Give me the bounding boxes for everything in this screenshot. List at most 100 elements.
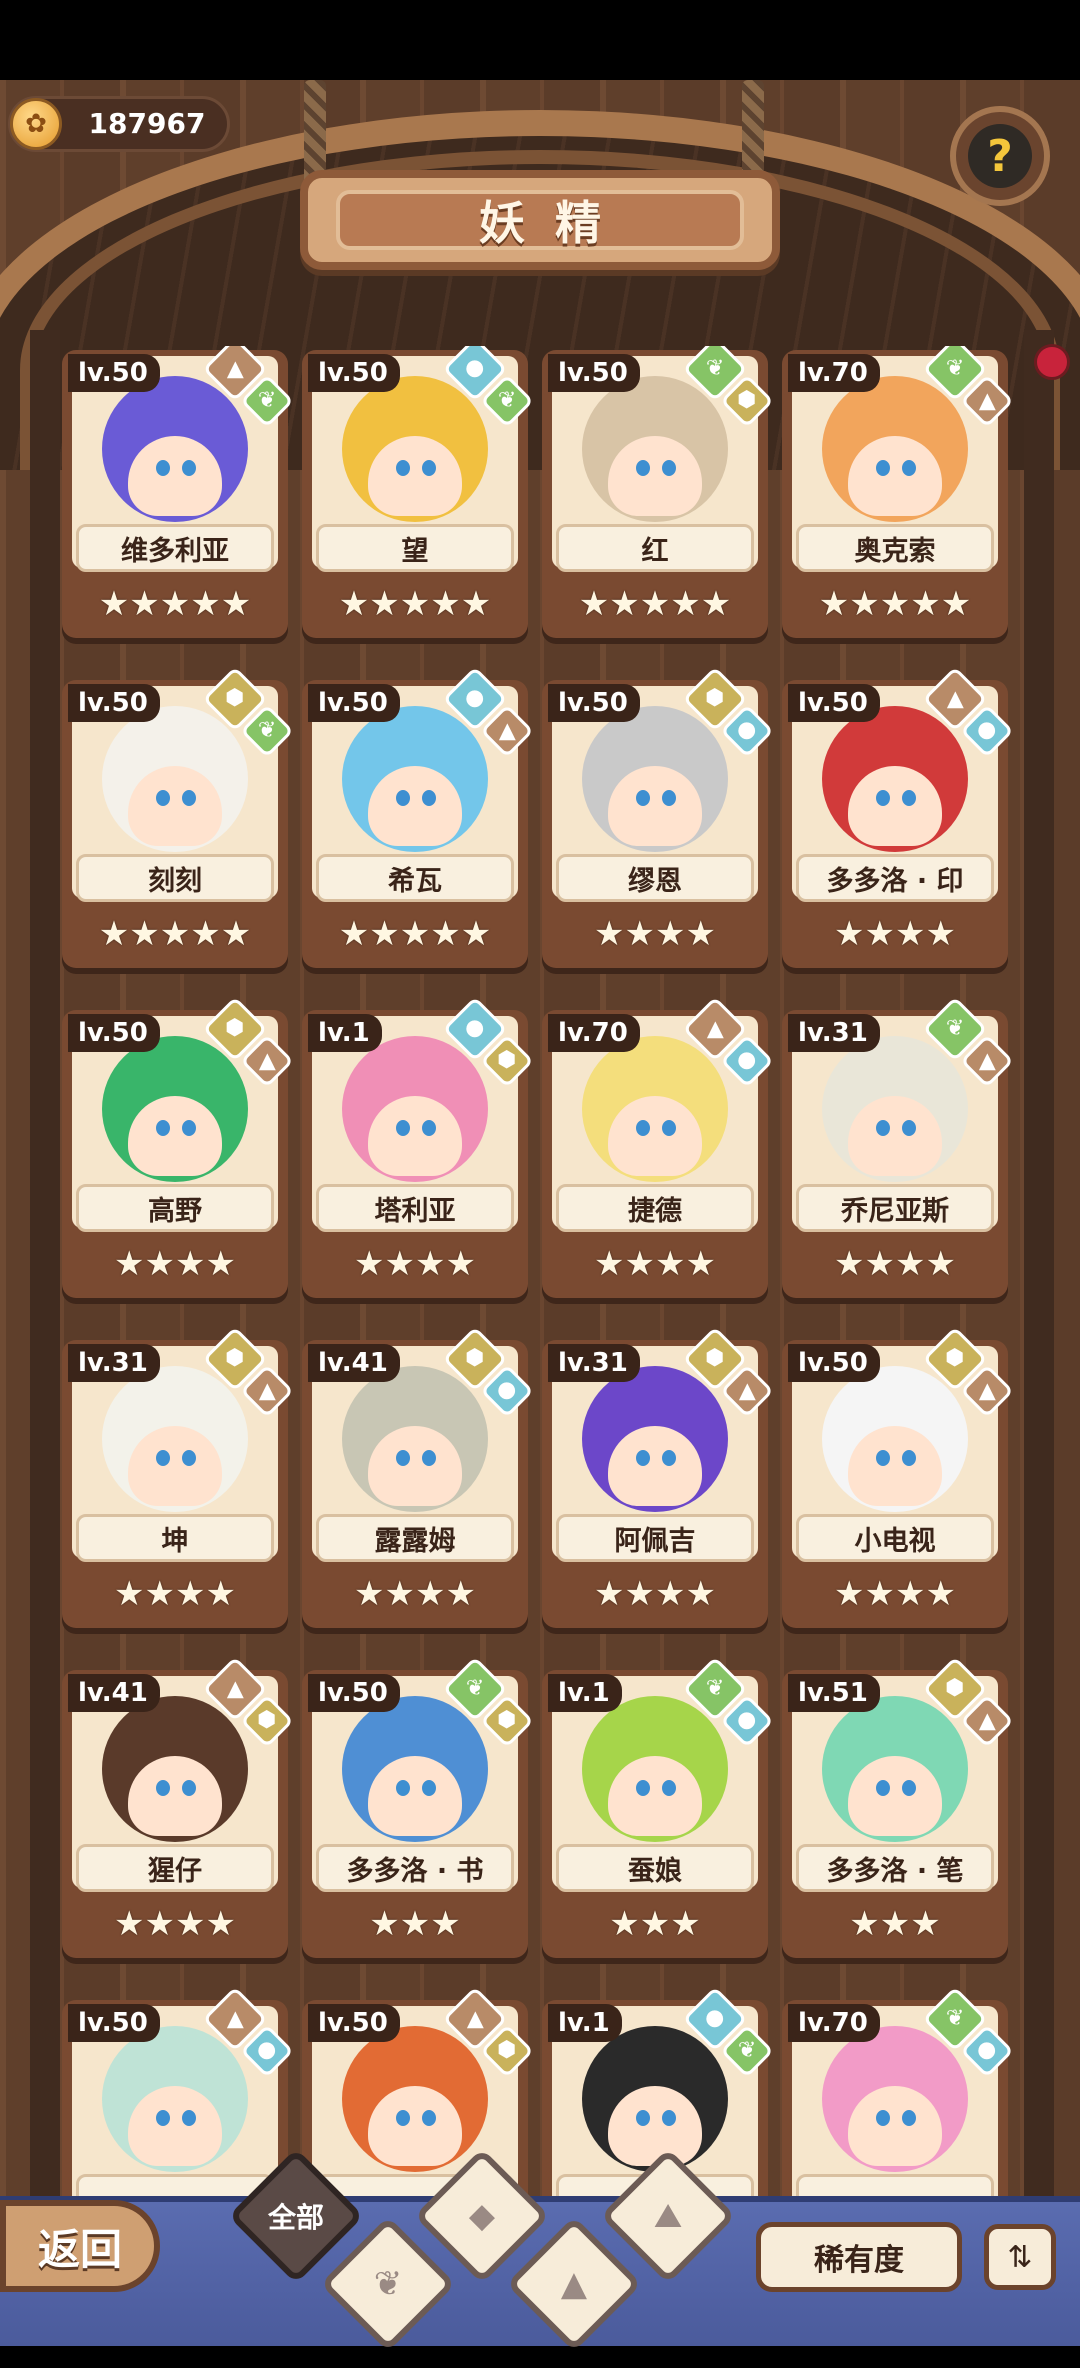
name-ribbon: 猩仔 [76,1844,274,1892]
name-ribbon: 小电视 [796,1514,994,1562]
fairy-name: 露露姆 [374,1525,456,1557]
level-badge: lv.70 [788,354,880,392]
name-ribbon: 坤 [76,1514,274,1562]
fairy-card[interactable]: lv.70 ❦ ▲ 奥克索 ★★★★★ [782,346,1014,646]
fairy-name: 多多洛 · 书 [346,1855,484,1887]
fairy-card[interactable]: lv.70❦●可成长 [782,1986,1014,2206]
stars: ★★★★★ [338,584,492,624]
level-badge: lv.50 [308,354,400,392]
level-badge: lv.50 [788,684,880,722]
level-badge: lv.50 [68,354,160,392]
mountain-icon: ⛰ [653,2196,683,2236]
fairy-name: 望 [401,535,429,567]
stars: ★★★★ [114,1574,236,1614]
fairy-card[interactable]: lv.70 ▲ ● 捷德 ★★★★ [542,996,774,1306]
star-rating: ★★★★ [552,1570,758,1618]
water-drop-icon: ◆ [468,2196,496,2236]
fairy-card[interactable]: lv.1 ● ⬢ 塔利亚 ★★★★ [302,996,534,1306]
fairy-card[interactable]: lv.50 ❦ ⬢ 红 ★★★★★ [542,346,774,646]
sort-order-button[interactable]: ⇅ [984,2224,1056,2290]
fairy-portrait [342,1366,488,1512]
stars: ★★★★ [834,1574,956,1614]
stars: ★★★★★ [818,584,972,624]
name-ribbon: 望 [316,524,514,572]
star-rating: ★★★★ [72,1570,278,1618]
stars: ★★★★ [834,1244,956,1284]
stars: ★★★★ [594,914,716,954]
fairy-portrait [102,1696,248,1842]
fairy-portrait [582,2026,728,2172]
question-sprout-icon: ? [968,124,1032,188]
fairy-card[interactable]: lv.50 ⬢ ❦ 刻刻 ★★★★★ [62,666,294,976]
fairy-portrait [102,376,248,522]
fairy-card[interactable]: lv.50 ⬢ ▲ 高野 ★★★★ [62,996,294,1306]
level-badge: lv.50 [68,684,160,722]
fairy-card[interactable]: lv.50 ❦ ⬢ 多多洛 · 书 ★★★ [302,1656,534,1966]
name-ribbon: 维多利亚 [76,524,274,572]
name-ribbon: 捷德 [556,1184,754,1232]
stars: ★★★ [849,1904,941,1944]
fairy-card[interactable]: lv.31 ⬢ ▲ 阿佩吉 ★★★★ [542,1326,774,1636]
tab-all-label: 全部 [267,2201,324,2234]
fairy-card[interactable]: lv.31 ❦ ▲ 乔尼亚斯 ★★★★ [782,996,1014,1306]
fairy-card[interactable]: lv.50 ● ▲ 希瓦 ★★★★★ [302,666,534,976]
stars: ★★★★★ [578,584,732,624]
fairy-card[interactable]: lv.1 ❦ ● 蚕娘 ★★★ [542,1656,774,1966]
fairy-name: 刻刻 [148,865,202,897]
level-badge: lv.70 [548,1014,640,1052]
fairy-grid: lv.50 ▲ ❦ 维多利亚 ★★★★★ lv.50 ● ❦ 望 ★★★★★ lv.50 ❦ ⬢ 红 ★★★… [62,346,1022,2206]
back-button[interactable]: 返回 [0,2200,160,2292]
sort-icon: ⇅ [1007,2239,1033,2275]
fairy-name: 塔利亚 [374,1195,456,1227]
fairy-name: 坤 [161,1525,189,1557]
name-ribbon: 多多洛 · 书 [316,1844,514,1892]
star-rating: ★★★★ [552,1240,758,1288]
stars: ★★★★ [834,914,956,954]
star-rating: ★★★★★ [792,580,998,628]
page-title: 妖精 [479,196,631,250]
fairy-portrait [582,1696,728,1842]
fairy-name: 多多洛 · 印 [826,865,964,897]
fairy-card[interactable]: lv.50 ⬢ ▲ 小电视 ★★★★ [782,1326,1014,1636]
fairy-card[interactable]: lv.41 ▲ ⬢ 猩仔 ★★★★ [62,1656,294,1966]
fairy-card[interactable]: lv.41 ⬢ ● 露露姆 ★★★★ [302,1326,534,1636]
fairy-card[interactable]: lv.51 ⬢ ▲ 多多洛 · 笔 ★★★ [782,1656,1014,1966]
fairy-portrait [822,1696,968,1842]
right-rail [1024,330,1054,2210]
rock-icon: ▲ [560,2264,588,2304]
fairy-card[interactable]: lv.50 ▲ ● 多多洛 · 印 ★★★★ [782,666,1014,976]
stars: ★★★★ [114,1904,236,1944]
title-sign: 妖精 [300,170,780,270]
star-rating: ★★★ [792,1900,998,1948]
sprout-icon: ❦ [373,2264,403,2304]
name-ribbon: 塔利亚 [316,1184,514,1232]
fairy-card[interactable]: lv.31 ⬢ ▲ 坤 ★★★★ [62,1326,294,1636]
name-ribbon: 刻刻 [76,854,274,902]
stars: ★★★★ [354,1244,476,1284]
name-ribbon: 乔尼亚斯 [796,1184,994,1232]
fairy-name: 希瓦 [388,865,442,897]
fairy-portrait [102,1366,248,1512]
fairy-portrait [582,706,728,852]
fairy-portrait [822,2026,968,2172]
fairy-portrait [342,376,488,522]
fairy-portrait [342,1036,488,1182]
fairy-portrait [822,706,968,852]
rarity-sort-button[interactable]: 稀有度 [756,2222,962,2292]
fairy-portrait [342,1696,488,1842]
stars: ★★★★ [594,1244,716,1284]
star-rating: ★★★ [552,1900,758,1948]
level-badge: lv.50 [548,354,640,392]
name-ribbon: 高野 [76,1184,274,1232]
star-rating: ★★★★★ [72,580,278,628]
name-ribbon: 露露姆 [316,1514,514,1562]
fairy-portrait [102,2026,248,2172]
fairy-portrait [582,376,728,522]
fairy-card[interactable]: lv.50 ⬢ ● 缪恩 ★★★★ [542,666,774,976]
help-button[interactable]: ? [950,106,1050,206]
fairy-card[interactable]: lv.50 ● ❦ 望 ★★★★★ [302,346,534,646]
fairy-card[interactable]: lv.50 ▲ ❦ 维多利亚 ★★★★★ [62,346,294,646]
fairy-portrait [102,1036,248,1182]
back-label: 返回 [37,2224,122,2274]
stars: ★★★ [609,1904,701,1944]
